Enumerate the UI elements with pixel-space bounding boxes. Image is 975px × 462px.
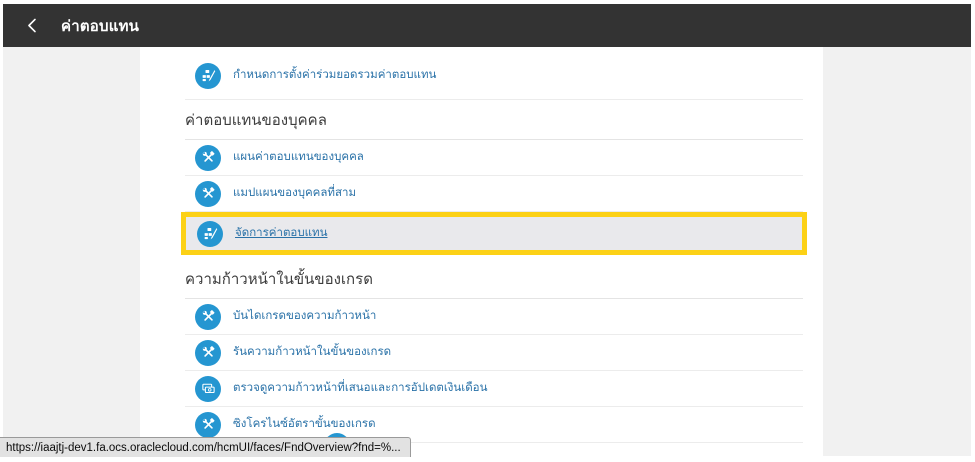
tasks-panel: กำหนดการตั้งค่าร่วมยอดรวมค่าตอบแทนค่าตอบ…: [140, 47, 823, 456]
task-item-row[interactable]: รันความก้าวหน้าในขั้นของเกรด: [185, 335, 803, 371]
section-header-label: ค่าตอบแทนของบุคคล: [185, 108, 327, 132]
highlight-outline: จัดการค่าตอบแทน: [181, 212, 807, 255]
status-bar-url: https://iaajtj-dev1.fa.ocs.oraclecloud.c…: [0, 437, 411, 457]
section-header: ค่าตอบแทนของบุคคล: [185, 100, 803, 140]
back-chevron-icon[interactable]: [19, 13, 45, 39]
section-header: ความก้าวหน้าในขั้นของเกรด: [185, 255, 803, 299]
task-link[interactable]: รันความก้าวหน้าในขั้นของเกรด: [233, 346, 391, 359]
task-item-row[interactable]: ตรวจดูความก้าวหน้าที่เสนอและการอัปเดตเงิ…: [185, 371, 803, 407]
org-chart-pencil-icon: [195, 63, 221, 89]
task-link[interactable]: ซิงโครไนซ์อัตราขั้นของเกรด: [233, 418, 376, 431]
crossed-tools-icon: [195, 181, 221, 207]
task-link[interactable]: ตรวจดูความก้าวหน้าที่เสนอและการอัปเดตเงิ…: [233, 382, 487, 395]
task-link[interactable]: จัดการค่าตอบแทน: [235, 227, 327, 240]
task-item-row[interactable]: บันไดเกรดของความก้าวหน้า: [185, 299, 803, 335]
crossed-tools-icon: [195, 145, 221, 171]
banknotes-icon: [195, 376, 221, 402]
section-header-label: ความก้าวหน้าในขั้นของเกรด: [185, 267, 373, 291]
app-header: ค่าตอบแทน: [3, 4, 971, 47]
org-chart-pencil-icon: [197, 221, 223, 247]
crossed-tools-icon: [195, 412, 221, 438]
task-item-row[interactable]: กำหนดการตั้งค่าร่วมยอดรวมค่าตอบแทน: [185, 52, 803, 100]
crossed-tools-icon: [195, 340, 221, 366]
task-link[interactable]: แผนค่าตอบแทนของบุคคล: [233, 151, 364, 164]
task-item-row[interactable]: จัดการค่าตอบแทน: [186, 217, 802, 250]
task-list: กำหนดการตั้งค่าร่วมยอดรวมค่าตอบแทนค่าตอบ…: [185, 47, 803, 443]
crossed-tools-icon: [195, 304, 221, 330]
task-item-row[interactable]: แมปแผนของบุคคลที่สาม: [185, 176, 803, 212]
page-title: ค่าตอบแทน: [61, 14, 139, 38]
task-item-row[interactable]: แผนค่าตอบแทนของบุคคล: [185, 140, 803, 176]
task-link[interactable]: กำหนดการตั้งค่าร่วมยอดรวมค่าตอบแทน: [233, 69, 436, 82]
task-link[interactable]: บันไดเกรดของความก้าวหน้า: [233, 310, 376, 323]
task-link[interactable]: แมปแผนของบุคคลที่สาม: [233, 187, 356, 200]
